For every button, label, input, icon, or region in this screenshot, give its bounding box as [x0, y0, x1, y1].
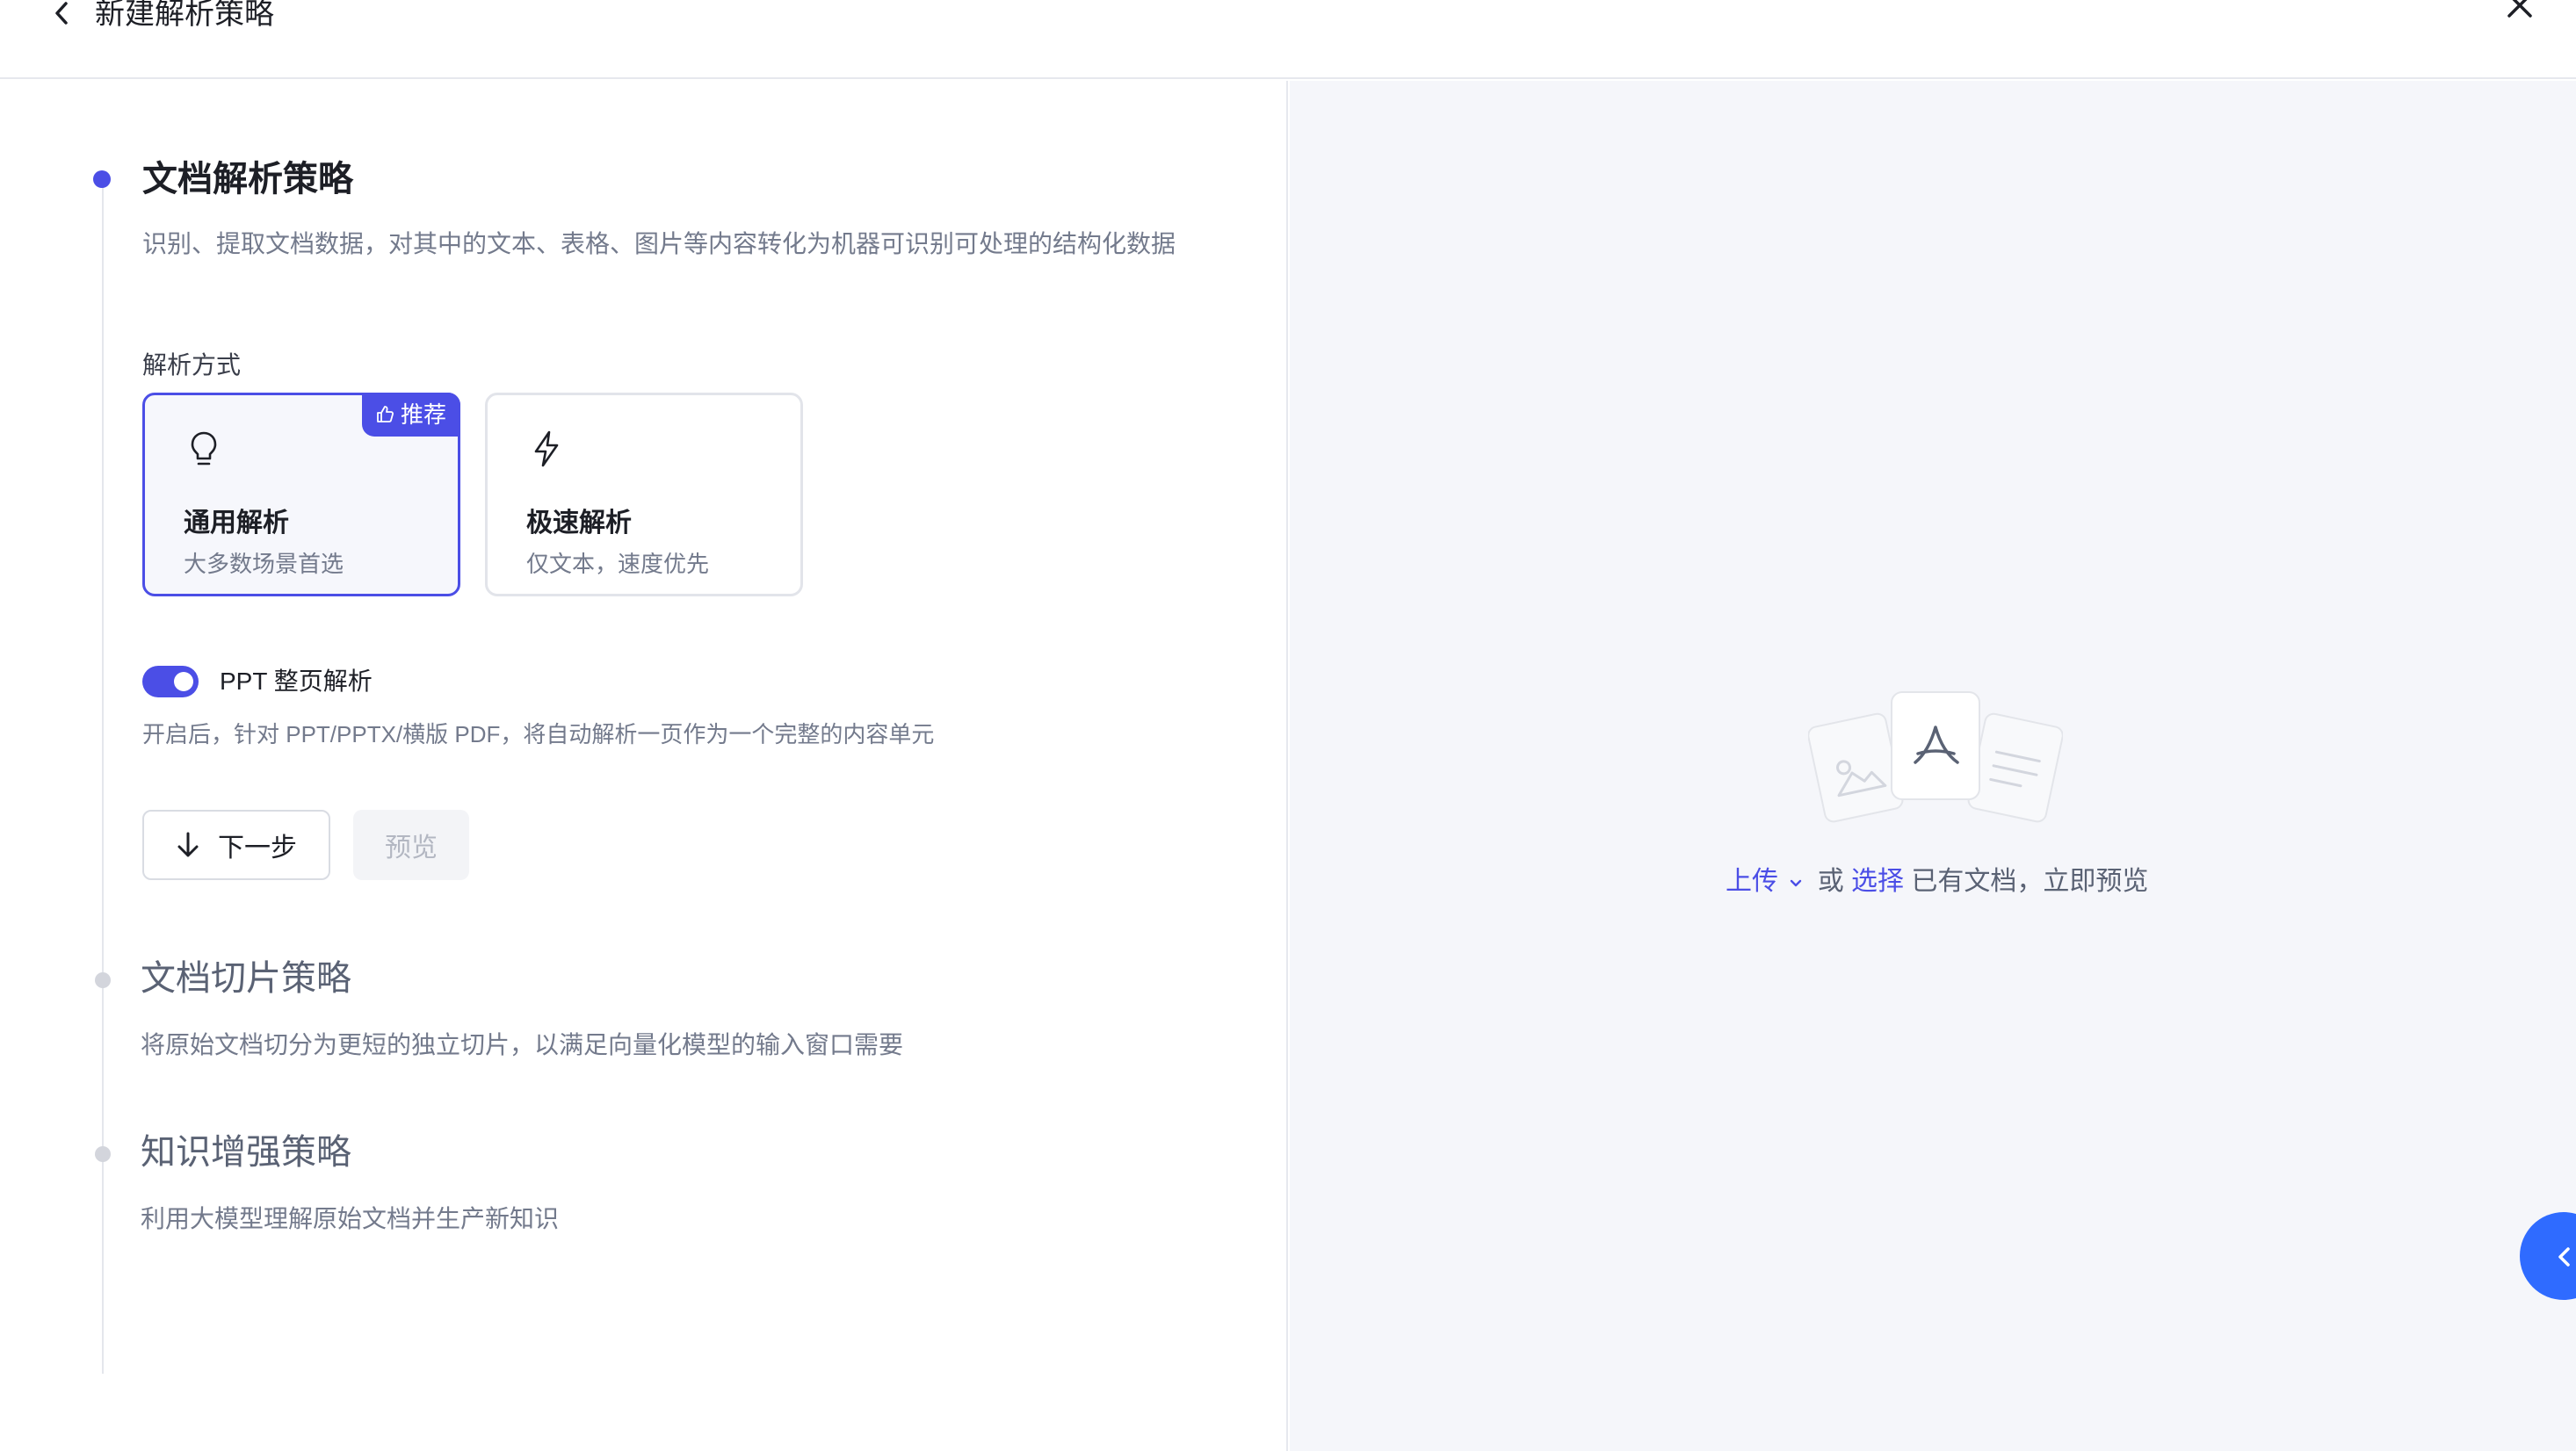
- preview-button[interactable]: 预览: [353, 810, 469, 880]
- upload-suffix-text: 已有文档，立即预览: [1911, 867, 2149, 896]
- page-title: 新建解析策略: [95, 0, 274, 31]
- section-desc-parse: 识别、提取文档数据，对其中的文本、表格、图片等内容转化为机器可识别可处理的结构化…: [142, 230, 1176, 257]
- ppt-toggle-label: PPT 整页解析: [220, 668, 373, 695]
- timeline-line: [102, 179, 104, 1374]
- ppt-page-toggle[interactable]: [142, 666, 199, 697]
- chevron-left-icon: [2558, 1247, 2570, 1267]
- upload-link[interactable]: 上传: [1726, 867, 1778, 896]
- back-arrow-icon[interactable]: [49, 0, 76, 26]
- lightning-icon: [526, 429, 567, 469]
- lightbulb-icon: [184, 429, 224, 469]
- parse-method-label: 解析方式: [142, 351, 242, 379]
- option-card-general[interactable]: 推荐 通用解析 大多数场景首选: [142, 393, 460, 596]
- close-icon[interactable]: [2504, 0, 2536, 21]
- select-link[interactable]: 选择: [1851, 867, 1904, 896]
- step-dot-active: [93, 170, 111, 188]
- chevron-down-icon[interactable]: [1787, 874, 1805, 892]
- recommend-badge: 推荐: [361, 393, 460, 437]
- document-types-illustration: [1807, 685, 2064, 834]
- thumbs-up-icon: [377, 406, 394, 422]
- section-title-chunk: 文档切片策略: [141, 959, 351, 998]
- step-dot: [95, 972, 111, 988]
- arrow-down-icon: [177, 832, 199, 857]
- section-desc-chunk: 将原始文档切分为更短的独立切片，以满足向量化模型的输入窗口需要: [141, 1031, 904, 1058]
- section-title-parse: 文档解析策略: [142, 160, 353, 199]
- section-desc-enhance: 利用大模型理解原始文档并生产新知识: [141, 1205, 560, 1232]
- option-subtitle-fast: 仅文本，速度优先: [526, 551, 710, 577]
- option-card-fast[interactable]: 极速解析 仅文本，速度优先: [485, 393, 803, 596]
- upload-prompt: 上传 或 选择 已有文档，立即预览: [1726, 863, 2148, 901]
- section-title-enhance: 知识增强策略: [141, 1133, 351, 1172]
- header-bar: 新建解析策略: [0, 0, 2576, 79]
- strategy-panel: 文档解析策略 识别、提取文档数据，对其中的文本、表格、图片等内容转化为机器可识别…: [0, 81, 1288, 1451]
- step-dot: [95, 1146, 111, 1162]
- or-text: 或: [1817, 867, 1844, 896]
- preview-panel: 上传 或 选择 已有文档，立即预览: [1290, 81, 2576, 1451]
- option-subtitle-general: 大多数场景首选: [184, 551, 344, 577]
- ppt-toggle-desc: 开启后，针对 PPT/PPTX/横版 PDF，将自动解析一页作为一个完整的内容单…: [142, 721, 935, 747]
- option-title-fast: 极速解析: [526, 509, 632, 538]
- toggle-knob: [174, 672, 193, 691]
- option-title-general: 通用解析: [184, 509, 289, 538]
- recommend-badge-label: 推荐: [400, 401, 446, 428]
- next-step-button[interactable]: 下一步: [142, 810, 330, 880]
- next-step-label: 下一步: [218, 834, 297, 863]
